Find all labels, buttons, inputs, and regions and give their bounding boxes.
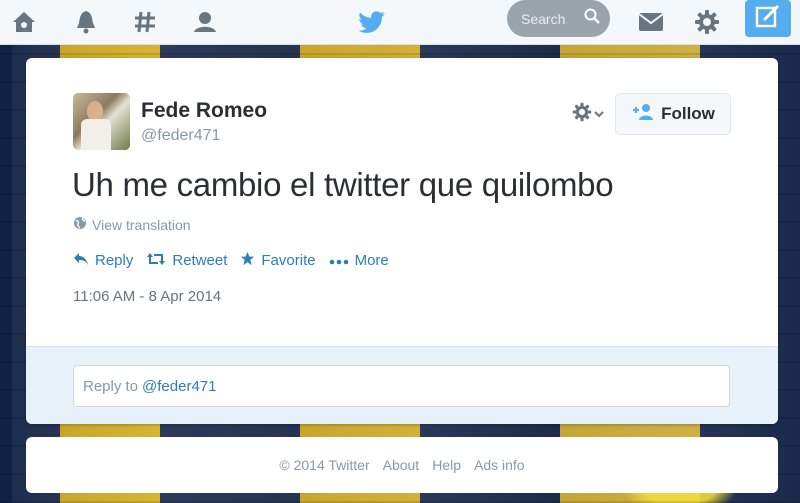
compose-tweet-button[interactable]: [745, 0, 791, 37]
gear-icon: [572, 102, 592, 127]
chevron-down-icon: [594, 105, 604, 123]
user-handle[interactable]: @feder471: [141, 127, 220, 145]
search-icon[interactable]: [584, 8, 600, 29]
user-fullname[interactable]: Fede Romeo: [141, 99, 267, 123]
page-footer: © 2014 Twitter About Help Ads info: [26, 437, 778, 493]
footer-link-ads-info[interactable]: Ads info: [474, 457, 525, 473]
add-user-icon: [631, 103, 654, 126]
discover-icon[interactable]: [131, 8, 159, 36]
footer-link-about[interactable]: About: [383, 457, 420, 473]
reply-handle: @feder471: [142, 377, 217, 395]
search-input[interactable]: Search: [507, 0, 610, 37]
more-label: More: [354, 252, 389, 269]
reply-icon: [73, 252, 89, 270]
footer-copyright: © 2014 Twitter: [279, 457, 370, 473]
reply-button[interactable]: Reply: [73, 252, 133, 270]
reply-prefix: Reply to: [83, 377, 139, 395]
more-icon: [329, 252, 349, 269]
tweet-text: Uh me cambio el twitter que quilombo: [72, 166, 614, 203]
retweet-label: Retweet: [172, 252, 228, 269]
search-placeholder: Search: [521, 10, 566, 27]
home-icon[interactable]: [10, 8, 38, 36]
avatar[interactable]: [73, 93, 130, 150]
follow-button[interactable]: Follow: [615, 93, 731, 135]
favorite-label: Favorite: [261, 252, 316, 269]
tweet-timestamp[interactable]: 11:06 AM - 8 Apr 2014: [73, 288, 221, 305]
follow-label: Follow: [661, 104, 715, 123]
favorite-button[interactable]: Favorite: [240, 251, 316, 270]
reply-input[interactable]: Reply to @feder471: [73, 365, 730, 407]
retweet-button[interactable]: Retweet: [146, 252, 227, 270]
footer-link-help[interactable]: Help: [432, 457, 461, 473]
reply-area: Reply to @feder471: [26, 346, 778, 424]
retweet-icon: [146, 252, 166, 270]
view-translation-label: View translation: [92, 216, 191, 233]
star-icon: [240, 251, 255, 270]
twitter-bird-logo[interactable]: [357, 8, 387, 36]
messages-icon[interactable]: [637, 8, 665, 36]
user-actions-menu[interactable]: [572, 102, 608, 126]
globe-icon: [73, 216, 87, 233]
compose-icon: [755, 3, 781, 34]
notifications-icon[interactable]: [72, 8, 100, 36]
profile-icon[interactable]: [191, 8, 219, 36]
reply-label: Reply: [95, 252, 134, 269]
tweet-actions: Reply Retweet Favorite More: [73, 251, 402, 270]
top-navigation-bar: Search: [0, 0, 800, 45]
settings-icon[interactable]: [693, 8, 721, 36]
tweet-card: Fede Romeo @feder471 Follow Uh me cambio…: [26, 58, 778, 424]
more-button[interactable]: More: [329, 252, 389, 269]
view-translation-link[interactable]: View translation: [73, 216, 191, 233]
